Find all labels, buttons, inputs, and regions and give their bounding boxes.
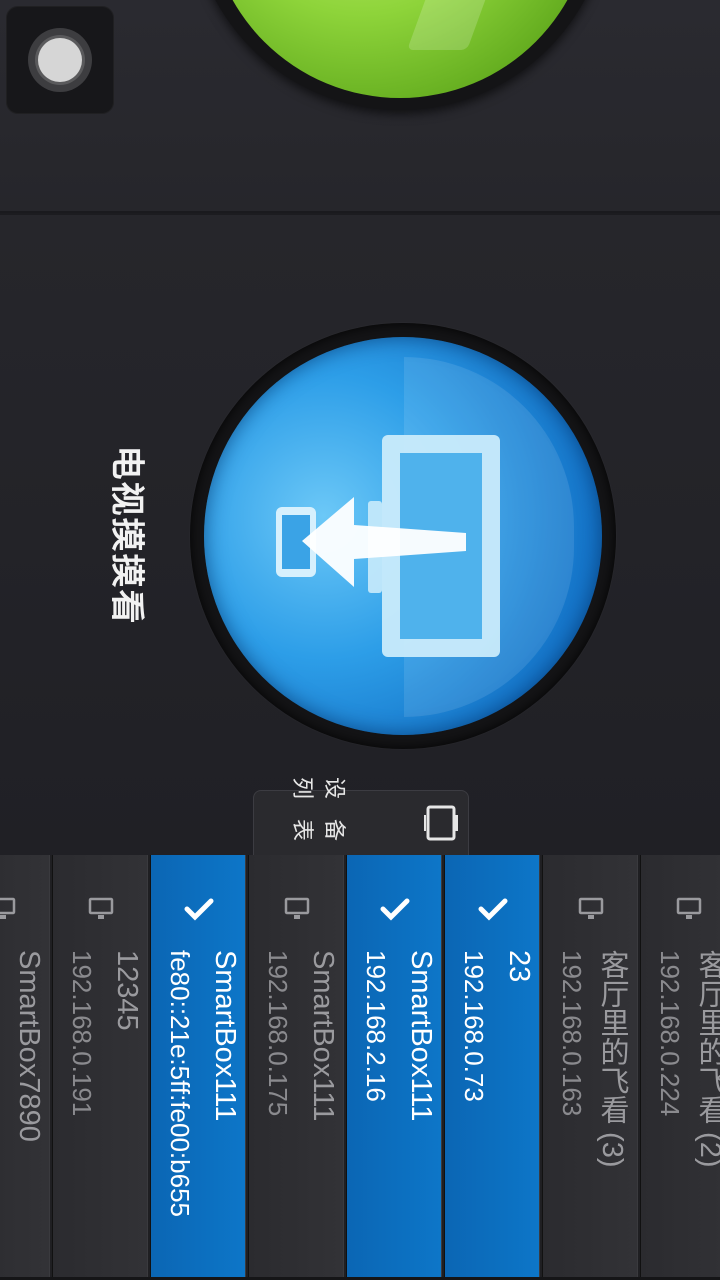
device-ip: 192.168.0.73 <box>459 950 489 1102</box>
device-ip: 192.168.0.224 <box>655 950 685 1117</box>
tv-list-icon <box>424 805 458 841</box>
device-name: SmartBox111 <box>405 950 437 1122</box>
device-item-1[interactable]: 客厅里的飞看 (3) 192.168.0.163 <box>542 855 638 1277</box>
tv-icon <box>0 891 49 927</box>
main-panel: 电视摸摸看 <box>0 215 720 855</box>
device-name: SmartBox111 <box>307 950 339 1122</box>
device-name: 客厅里的飞看 (2) <box>694 950 720 1168</box>
device-ip: fe80::21e:5ff:fe00:b655 <box>165 950 195 1217</box>
top-panel <box>0 0 720 213</box>
device-name: SmartBox7890 <box>13 950 45 1142</box>
device-ip: 192.168.2.16 <box>361 950 391 1102</box>
device-item-7[interactable]: SmartBox7890 <box>0 855 50 1277</box>
feature-label-text: 电视摸摸看 <box>106 445 147 625</box>
device-item-5[interactable]: SmartBox111 fe80::21e:5ff:fe00:b655 <box>150 855 246 1277</box>
checkmark-icon <box>347 891 441 927</box>
device-item-3[interactable]: SmartBox111 192.168.2.16 <box>346 855 442 1277</box>
device-ip: 192.168.0.175 <box>263 950 293 1117</box>
tv-icon <box>249 891 343 927</box>
device-ip: 192.168.0.163 <box>557 950 587 1117</box>
device-item-6[interactable]: 12345 192.168.0.191 <box>52 855 148 1277</box>
tv-icon <box>641 891 720 927</box>
device-name: 客厅里的飞看 (3) <box>596 950 628 1168</box>
device-ip: 192.168.0.191 <box>67 950 97 1117</box>
device-list-tab-label: 设备列表 <box>274 777 414 861</box>
phone-to-tv-icon <box>276 435 500 657</box>
device-item-0[interactable]: 客厅里的飞看 (2) 192.168.0.224 <box>640 855 720 1277</box>
tv-icon <box>543 891 637 927</box>
checkmark-icon <box>445 891 539 927</box>
device-item-2[interactable]: 23 192.168.0.73 <box>444 855 540 1277</box>
device-name: SmartBox111 <box>209 950 241 1122</box>
device-list: 客厅里的飞看 (2) 192.168.0.224 客厅里的飞看 (3) 192.… <box>0 855 720 1280</box>
feature-label: 电视摸摸看 <box>100 435 160 635</box>
device-name: 12345 <box>111 950 143 1031</box>
assistive-touch-dot-icon <box>38 38 82 82</box>
device-list-tab[interactable]: 设备列表 <box>253 777 469 861</box>
device-item-4[interactable]: SmartBox111 192.168.0.175 <box>248 855 344 1277</box>
tv-icon <box>53 891 147 927</box>
screen: 电视摸摸看 设备列表 客厅里的飞看 (2) 192.168.0.224 客厅里的… <box>0 0 720 1280</box>
green-button-highlight <box>407 0 489 50</box>
checkmark-icon <box>151 891 245 927</box>
assistive-touch-button[interactable] <box>6 6 114 114</box>
device-name: 23 <box>503 950 535 983</box>
tv-touch-button[interactable] <box>204 337 602 735</box>
